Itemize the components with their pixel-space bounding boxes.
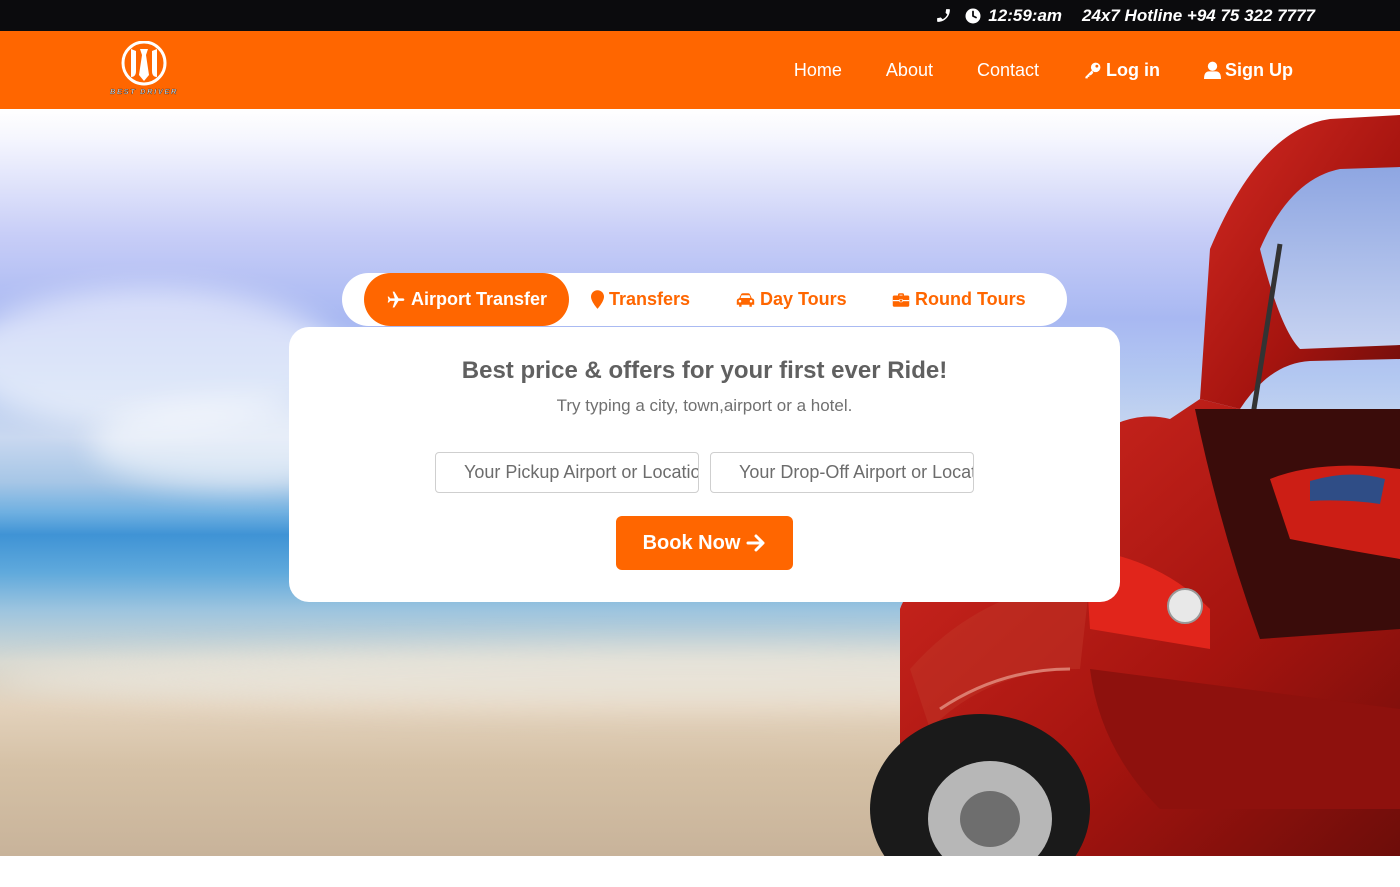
clock-icon (964, 7, 982, 25)
hero-banner: Airport Transfer Transfers Day Tours Rou… (0, 109, 1400, 856)
nav-links: Home About Contact Log in Sign Up (750, 31, 1293, 109)
briefcase-icon (892, 292, 910, 307)
logo-wordmark: BEST DRIVER (110, 87, 178, 96)
booking-card: Best price & offers for your first ever … (289, 327, 1120, 602)
pickup-location-input[interactable] (435, 452, 699, 493)
tab-transfers[interactable]: Transfers (591, 273, 690, 326)
main-navbar: BEST DRIVER Home About Contact Log in Si… (0, 31, 1400, 109)
nav-signup-label: Sign Up (1225, 59, 1293, 80)
service-tabs: Airport Transfer Transfers Day Tours Rou… (342, 273, 1067, 326)
arrow-right-icon (746, 534, 765, 552)
map-marker-icon (591, 290, 604, 309)
phone-icon (934, 7, 952, 25)
tab-transfers-label: Transfers (609, 289, 691, 309)
booking-subtitle: Try typing a city, town,airport or a hot… (556, 396, 853, 415)
nav-about[interactable]: About (886, 60, 933, 81)
user-icon (1204, 61, 1221, 79)
key-icon (1085, 62, 1101, 78)
car-icon (736, 292, 755, 307)
tab-day-tours[interactable]: Day Tours (736, 273, 847, 326)
tab-airport-transfer[interactable]: Airport Transfer (364, 273, 570, 326)
nav-home[interactable]: Home (794, 60, 842, 81)
tab-airport-label: Airport Transfer (411, 289, 548, 309)
book-now-button[interactable]: Book Now (616, 516, 793, 570)
nav-login-label: Log in (1106, 59, 1160, 80)
tab-day-tours-label: Day Tours (760, 289, 847, 309)
top-bar: 12:59:am 24x7 Hotline +94 75 322 7777 (0, 0, 1400, 31)
plane-icon (387, 291, 405, 307)
nav-signup[interactable]: Sign Up (1204, 60, 1293, 81)
brand-logo[interactable]: BEST DRIVER (98, 40, 190, 97)
contact-info: 12:59:am 24x7 Hotline +94 75 322 7777 (934, 0, 1315, 31)
nav-login[interactable]: Log in (1083, 60, 1160, 81)
tab-round-tours[interactable]: Round Tours (892, 273, 1026, 326)
hotline-text[interactable]: 24x7 Hotline +94 75 322 7777 (1082, 6, 1315, 26)
nav-contact[interactable]: Contact (977, 60, 1039, 81)
current-time: 12:59:am (988, 5, 1063, 25)
booking-headline: Best price & offers for your first ever … (461, 357, 948, 384)
dropoff-location-input[interactable] (710, 452, 974, 493)
book-now-label: Book Now (642, 531, 741, 554)
tab-round-tours-label: Round Tours (915, 289, 1026, 309)
